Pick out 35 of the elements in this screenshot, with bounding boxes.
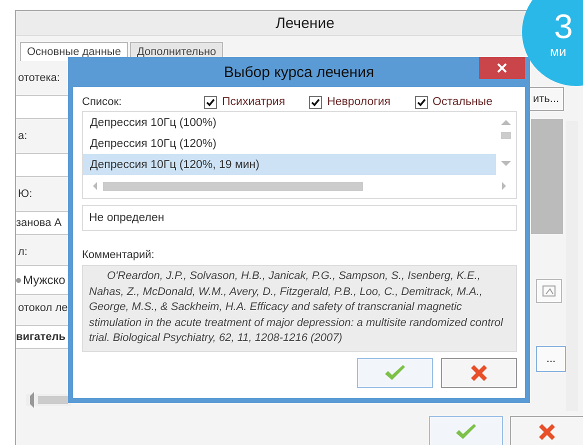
cross-icon	[469, 363, 489, 383]
checkbox-label: Остальные	[432, 96, 492, 108]
field-label: Ю:	[17, 187, 34, 202]
list-item[interactable]: Депрессия 10Гц (120%)	[83, 133, 496, 154]
close-button[interactable]	[479, 57, 525, 79]
checkbox[interactable]	[309, 96, 322, 108]
ok-button[interactable]	[357, 358, 433, 388]
list-item[interactable]: Депрессия 10Гц (100%)	[83, 112, 496, 133]
radio-icon[interactable]	[16, 278, 21, 282]
ok-button[interactable]	[429, 416, 503, 445]
field-label: л:	[17, 245, 28, 260]
comment-label: Комментарий:	[82, 249, 156, 261]
radio-label: Мужско	[23, 273, 66, 287]
close-icon	[497, 63, 507, 73]
field-label: отокол ле	[17, 301, 69, 316]
cross-icon	[537, 422, 557, 442]
checkbox[interactable]	[414, 96, 428, 108]
field-label: ототека:	[17, 71, 61, 86]
field-label: а:	[17, 129, 28, 144]
checkbox-label: Неврология	[327, 96, 391, 108]
picture-icon	[542, 285, 556, 297]
cancel-button[interactable]	[510, 416, 583, 445]
checkbox-label: Психиатрия	[222, 96, 286, 108]
ellipsis-button[interactable]: ...	[536, 346, 566, 372]
comment-text: O'Reardon, J.P., Solvason, H.B., Janicak, P.G., Sampson, S., Isenberg, K.E., Nahas, Z., McDonald, W.M., Avery, D., Fitzgerald, P.B., Loo, C., Demitrack, M.A., George, M.S., & Sackheim, H.A. Efficacy and safety of transcranial magnetic stimulation in the acute treatment of major depression: a multisite randomized control trial. Biological Psychiatry, 62, 11, 1208-1216 (2007)	[82, 265, 517, 352]
dialog-title: Выбор курса лечения	[224, 64, 374, 80]
cancel-button[interactable]	[441, 358, 517, 388]
protocol-field[interactable]: Не определен	[82, 205, 517, 231]
badge-number: 3	[554, 10, 573, 44]
image-button[interactable]	[536, 279, 562, 303]
list-item[interactable]: Депрессия 10Гц (120%, 19 мин)	[83, 154, 496, 175]
browse-button[interactable]: ить...	[528, 87, 564, 111]
badge-text: ми	[550, 44, 566, 59]
list-label: Список:	[82, 96, 123, 108]
checkbox[interactable]	[204, 96, 217, 108]
